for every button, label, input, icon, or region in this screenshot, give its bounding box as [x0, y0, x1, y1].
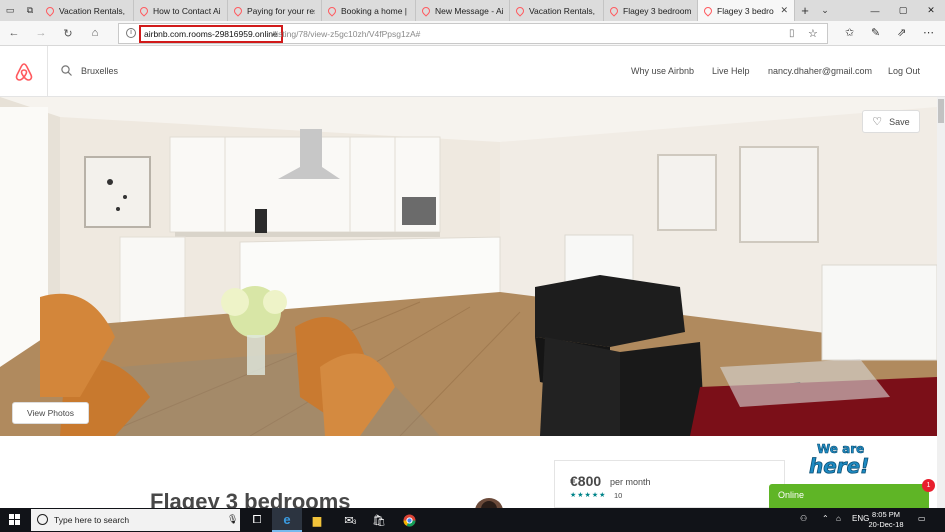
store-icon[interactable]: 🛍 — [364, 508, 394, 532]
search-input[interactable]: Bruxelles — [81, 66, 118, 76]
edge-browser-icon[interactable]: e — [272, 508, 302, 532]
listing-title: Flagey 3 bedrooms — [150, 489, 351, 508]
tab-title: Flagey 3 bedrooms — [623, 5, 691, 16]
chrome-icon[interactable] — [394, 508, 424, 532]
browser-tab[interactable]: Vacation Rentals, H — [510, 0, 604, 21]
info-icon[interactable]: i — [126, 28, 136, 38]
scrollbar-thumb[interactable] — [938, 99, 944, 123]
address-bar: ← → ↻ ⌂ i airbnb.com.rooms-29816959.onli… — [0, 21, 945, 46]
airbnb-favicon-icon — [514, 4, 526, 17]
airbnb-favicon-icon — [702, 4, 714, 17]
chat-status-label: Online — [778, 490, 805, 500]
tab-preview-icon[interactable]: ▭ — [0, 0, 20, 21]
back-arrow-icon[interactable]: ← — [6, 26, 22, 40]
airbnb-favicon-icon — [326, 4, 338, 17]
tab-title: How to Contact Air — [153, 5, 221, 16]
browser-tab-active[interactable]: Flagey 3 bedro ✕ — [698, 0, 795, 21]
review-count[interactable]: 10 — [614, 491, 622, 500]
people-icon[interactable]: ⚇ — [800, 514, 807, 523]
taskbar-search-box[interactable]: Type here to search 🎙 — [31, 509, 240, 531]
windows-taskbar: Type here to search 🎙 ⧠ e ▆ ✉ 3 🛍 ⚇ ⌃ ⌂ E… — [0, 508, 945, 532]
new-tab-icon[interactable]: + — [795, 0, 815, 21]
window-controls: — ▢ ✕ — [861, 0, 945, 21]
taskbar-search-placeholder: Type here to search — [54, 515, 130, 525]
windows-start-icon[interactable] — [9, 514, 21, 526]
browser-tab-bar: ▭ ⧉ Vacation Rentals, H How to Contact A… — [0, 0, 945, 21]
tab-title: New Message - Airl — [435, 5, 503, 16]
tabs-aside-icon[interactable]: ⧉ — [20, 0, 40, 21]
tray-chevron-icon[interactable]: ⌃ — [822, 514, 829, 523]
nav-log-out[interactable]: Log Out — [888, 66, 920, 76]
price-unit: per month — [610, 477, 651, 487]
we-are-here-chat-sticker[interactable]: We are here! — [803, 437, 895, 482]
browser-tab[interactable]: Flagey 3 bedrooms — [604, 0, 698, 21]
airbnb-favicon-icon — [608, 4, 620, 17]
nav-user-email[interactable]: nancy.dhaher@gmail.com — [768, 66, 872, 76]
close-window-icon[interactable]: ✕ — [917, 0, 945, 21]
nav-why-airbnb[interactable]: Why use Airbnb — [631, 66, 694, 76]
reading-view-icon[interactable]: ▯ — [789, 28, 795, 39]
mail-count-badge: 3 — [353, 520, 357, 526]
airbnb-favicon-icon — [138, 4, 150, 17]
more-icon[interactable]: ⋯ — [923, 26, 934, 39]
browser-tab[interactable]: Vacation Rentals, H — [40, 0, 134, 21]
host-avatar[interactable] — [474, 497, 504, 508]
save-label: Save — [889, 116, 910, 127]
minimize-icon[interactable]: — — [861, 0, 889, 21]
header-divider — [47, 46, 48, 97]
svg-text:here!: here! — [809, 454, 869, 478]
search-icon — [61, 65, 72, 76]
site-header: Bruxelles Why use Airbnb Live Help nancy… — [0, 46, 945, 97]
airbnb-favicon-icon — [232, 4, 244, 17]
listing-price: €800 — [570, 473, 602, 489]
airbnb-favicon-icon — [44, 4, 56, 17]
browser-tab[interactable]: New Message - Airl — [416, 0, 510, 21]
cortana-icon — [37, 514, 48, 525]
close-icon[interactable]: ✕ — [780, 5, 788, 16]
maximize-icon[interactable]: ▢ — [889, 0, 917, 21]
mail-icon[interactable]: ✉ 3 — [334, 508, 364, 532]
chevron-down-icon[interactable]: ⌄ — [815, 0, 835, 21]
microphone-icon[interactable]: 🎙 — [227, 514, 238, 525]
booking-card: €800 per month ★★★★★ 10 — [554, 460, 785, 508]
url-field[interactable]: i airbnb.com.rooms-29816959.online /list… — [118, 23, 828, 44]
chat-notification-badge: 1 — [922, 479, 935, 492]
refresh-icon[interactable]: ↻ — [60, 26, 76, 40]
clock-time: 8:05 PM — [872, 510, 900, 519]
network-icon[interactable]: ⌂ — [836, 514, 841, 523]
tab-title: Paying for your rese — [247, 5, 315, 16]
tab-title: Vacation Rentals, H — [529, 5, 597, 16]
favorite-star-icon[interactable]: ☆ — [808, 27, 818, 40]
task-view-icon[interactable]: ⧠ — [242, 508, 272, 532]
screen: ▭ ⧉ Vacation Rentals, H How to Contact A… — [0, 0, 945, 532]
share-icon[interactable]: ⇗ — [897, 26, 906, 39]
listing-hero-photo[interactable] — [0, 97, 937, 436]
url-path: /listing/78/view-z5gc10zh/V4fPpsg1zA# — [272, 29, 421, 39]
file-explorer-icon[interactable]: ▆ — [302, 508, 332, 532]
tab-title: Vacation Rentals, H — [59, 5, 127, 16]
heart-icon: ♡ — [872, 116, 883, 128]
view-photos-button[interactable]: View Photos — [12, 402, 89, 424]
url-host-highlighted: airbnb.com.rooms-29816959.online — [139, 25, 283, 43]
home-icon[interactable]: ⌂ — [87, 26, 103, 40]
airbnb-logo-icon[interactable] — [14, 62, 34, 82]
pen-icon[interactable]: ✎ — [871, 26, 880, 39]
browser-tab[interactable]: Booking a home | A — [322, 0, 416, 21]
rating-stars: ★★★★★ — [570, 492, 607, 499]
tab-title: Flagey 3 bedro — [717, 5, 774, 16]
browser-tab[interactable]: How to Contact Air — [134, 0, 228, 21]
nav-live-help[interactable]: Live Help — [712, 66, 750, 76]
airbnb-favicon-icon — [420, 4, 432, 17]
forward-arrow-icon[interactable]: → — [33, 26, 49, 40]
favorites-hub-icon[interactable]: ✩ — [845, 26, 854, 39]
tab-title: Booking a home | A — [341, 5, 409, 16]
action-center-icon[interactable]: ▭ — [918, 514, 926, 523]
browser-tab[interactable]: Paying for your rese — [228, 0, 322, 21]
live-chat-bar[interactable]: Online — [769, 484, 929, 508]
page-scrollbar[interactable] — [937, 97, 945, 508]
save-button[interactable]: ♡ Save — [862, 110, 920, 133]
taskbar-clock[interactable]: 8:05 PM 20-Dec-18 — [866, 510, 906, 530]
clock-date: 20-Dec-18 — [868, 520, 904, 529]
